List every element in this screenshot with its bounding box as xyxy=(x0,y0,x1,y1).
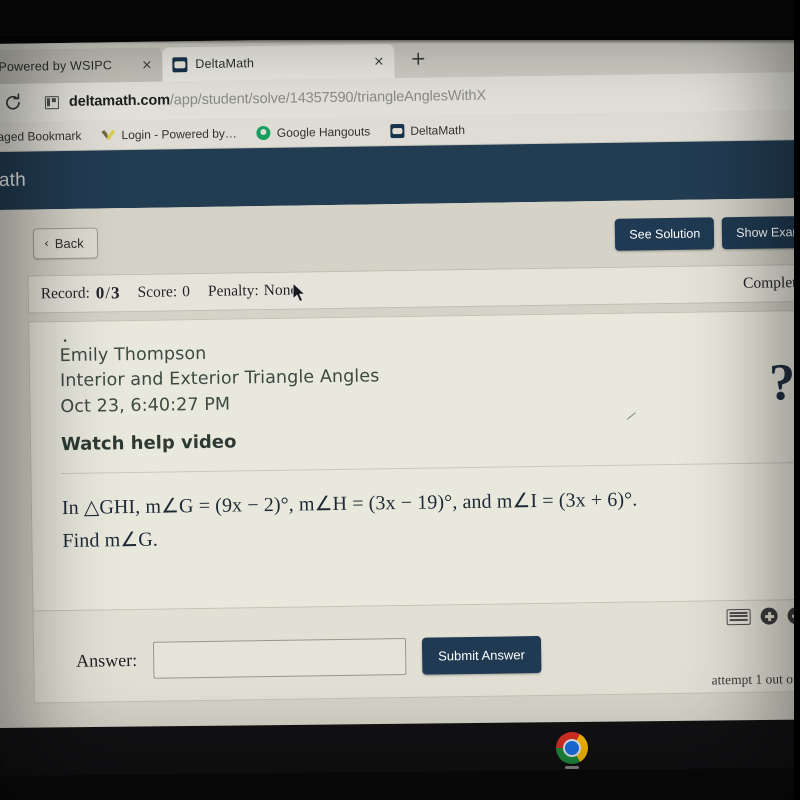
problem-toolbar: ‹ Back See Solution Show Exam xyxy=(0,212,800,264)
back-button-label: Back xyxy=(54,235,84,251)
bookmark-label: Login - Powered by… xyxy=(121,125,237,142)
see-solution-button[interactable]: See Solution xyxy=(615,217,715,251)
chromeos-shelf xyxy=(0,719,800,800)
bookmark-label: DeltaMath xyxy=(410,122,466,138)
zoom-in-icon[interactable] xyxy=(760,607,778,625)
deltamath-icon xyxy=(390,123,405,138)
new-tab-button[interactable]: + xyxy=(410,48,426,70)
browser-tab-wsipc[interactable]: - Powered by WSIPC × xyxy=(0,47,163,85)
browser-tab-deltamath[interactable]: DeltaMath × xyxy=(162,44,395,82)
chevron-left-icon: ‹ xyxy=(43,236,49,251)
divider xyxy=(61,462,795,475)
answer-panel: Answer: Submit Answer attempt 1 out of 2 xyxy=(32,599,800,704)
answer-row: Answer: Submit Answer xyxy=(75,600,800,680)
photo-right-edge xyxy=(794,0,800,800)
record-slash: / xyxy=(105,283,111,303)
problem-card: ? ⁄ • Emily Thompson Interior and Exteri… xyxy=(28,309,800,612)
attempt-counter: attempt 1 out of 2 xyxy=(711,671,800,688)
bookmark-managed[interactable]: lanaged Bookmark xyxy=(0,128,82,143)
submit-answer-button[interactable]: Submit Answer xyxy=(421,635,542,675)
watch-help-video-link[interactable]: Watch help video xyxy=(61,432,237,456)
chrome-icon[interactable] xyxy=(556,732,588,764)
bookmark-google-hangouts[interactable]: Google Hangouts xyxy=(256,123,371,140)
photograph-of-laptop-screen: - Powered by WSIPC × DeltaMath × + delta… xyxy=(0,0,800,800)
app-main: ‹ Back See Solution Show Exam Record: 0/… xyxy=(0,197,800,737)
record-label: Record: xyxy=(40,284,90,303)
app-brand-logo[interactable]: aMath xyxy=(0,170,26,193)
reload-icon[interactable] xyxy=(3,93,23,113)
problem-header: • Emily Thompson Interior and Exterior T… xyxy=(59,329,793,420)
complete-label: Complete: xyxy=(742,273,800,292)
bookmark-deltamath[interactable]: DeltaMath xyxy=(390,123,465,138)
keyboard-icon[interactable] xyxy=(726,608,751,625)
address-bar[interactable]: deltamath.com /app/student/solve/1435759… xyxy=(44,78,800,115)
answer-input[interactable] xyxy=(152,637,407,679)
answer-label: Answer: xyxy=(76,649,138,671)
back-button[interactable]: ‹ Back xyxy=(32,227,98,259)
browser-tab-title: - Powered by WSIPC xyxy=(0,58,113,75)
photo-top-edge xyxy=(0,0,800,44)
record-value: 0/3 xyxy=(96,283,120,303)
help-question-mark-icon[interactable]: ? xyxy=(769,353,796,412)
problem-statement: In △GHI, m∠G = (9x − 2)°, m∠H = (3x − 19… xyxy=(62,481,796,557)
url-host: deltamath.com xyxy=(68,92,171,110)
bookmark-label: Google Hangouts xyxy=(276,123,371,140)
browser-tab-title: DeltaMath xyxy=(195,56,255,72)
laptop-screen: - Powered by WSIPC × DeltaMath × + delta… xyxy=(0,31,800,737)
close-icon[interactable]: × xyxy=(359,54,384,69)
deltamath-favicon-icon xyxy=(172,56,188,72)
status-bar: Record: 0/3 Score: 0 Penalty: None Compl… xyxy=(27,263,800,314)
bookmark-login-wsipc[interactable]: Login - Powered by… xyxy=(101,126,237,142)
bookmark-label: lanaged Bookmark xyxy=(0,128,82,144)
stray-mark: ⁄ xyxy=(628,408,636,424)
answer-tools xyxy=(726,607,800,625)
record-denominator: 3 xyxy=(110,283,120,303)
close-icon[interactable]: × xyxy=(127,57,152,72)
toolbar-actions: See Solution Show Exam xyxy=(615,215,800,251)
shelf-active-indicator xyxy=(565,766,579,769)
score-value: 0 xyxy=(182,283,191,301)
score-label: Score: xyxy=(137,283,178,301)
penalty-value: None xyxy=(263,281,298,300)
penalty-label: Penalty: xyxy=(207,282,259,300)
wsipc-icon xyxy=(101,128,115,142)
hangouts-icon xyxy=(256,125,271,140)
shelf-background xyxy=(0,719,800,776)
site-info-icon[interactable] xyxy=(44,95,60,109)
url-path: /app/student/solve/14357590/triangleAngl… xyxy=(169,87,487,109)
record-numerator: 0 xyxy=(95,283,105,303)
show-example-button[interactable]: Show Exam xyxy=(721,215,800,250)
